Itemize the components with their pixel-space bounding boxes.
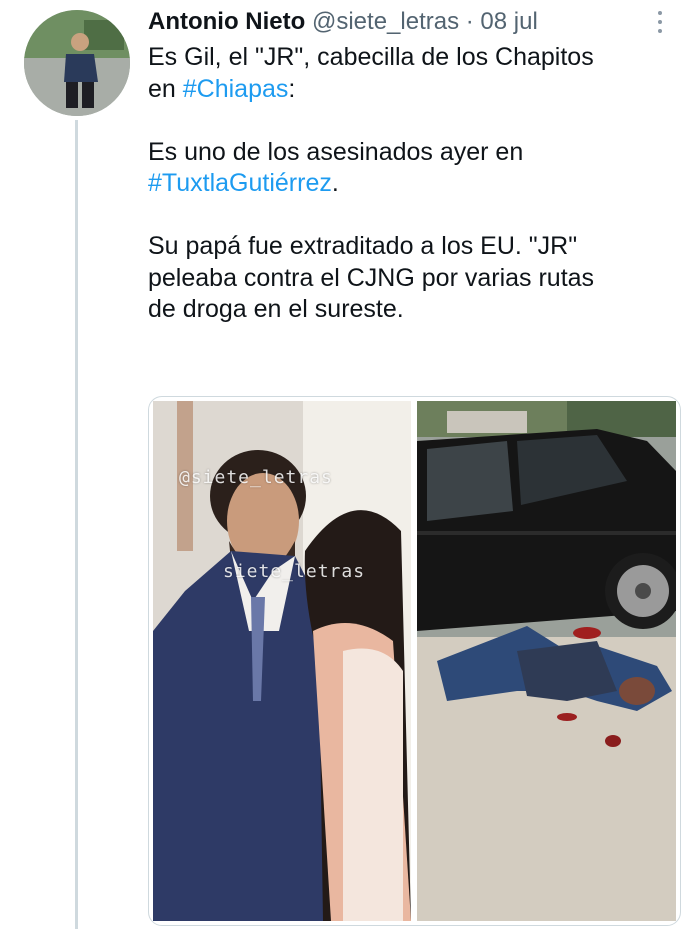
tweet-paragraph: Es Gil, el "JR", cabecilla de los Chapit…: [148, 42, 688, 105]
tweet-text-segment: :: [288, 74, 296, 103]
hashtag-link[interactable]: #Chiapas: [183, 75, 289, 103]
photo-right-image: [417, 401, 676, 921]
avatar-photo: [24, 10, 130, 116]
tweet-line: Su papá fue extraditado a los EU. "JR": [148, 232, 578, 260]
thread-line: [75, 120, 78, 929]
photo-left[interactable]: @siete_letras siete_letras: [153, 401, 411, 921]
photo-right[interactable]: [417, 401, 676, 921]
tweet-line: Es uno de los asesinados ayer en: [148, 137, 524, 166]
tweet-paragraph: Su papá fue extraditado a los EU. "JR" p…: [148, 231, 688, 326]
author-name[interactable]: Antonio Nieto: [148, 8, 305, 35]
tweet-line: peleaba contra el CJNG por varias rutas: [148, 263, 595, 292]
tweet-line: Es Gil, el "JR", cabecilla de los Chapit…: [148, 43, 594, 71]
tweet-media[interactable]: @siete_letras siete_letras: [148, 396, 681, 926]
tweet-text-segment: en: [148, 74, 183, 103]
tweet-line: de droga en el sureste.: [148, 295, 404, 323]
watermark-mid: siete_letras: [223, 561, 366, 582]
tweet-text-segment: .: [331, 169, 339, 197]
header-separator: ·: [465, 8, 474, 35]
tweet-header: Antonio Nieto @siete_letras · 08 jul: [148, 6, 538, 38]
tweet-paragraph: Es uno de los asesinados ayer en #Tuxtla…: [148, 137, 688, 200]
more-options-icon[interactable]: [650, 6, 670, 38]
watermark-top: @siete_letras: [179, 467, 333, 488]
tweet-text: Es Gil, el "JR", cabecilla de los Chapit…: [148, 42, 688, 326]
author-handle[interactable]: @siete_letras: [312, 8, 459, 35]
hashtag-link[interactable]: #TuxtlaGutiérrez: [148, 169, 332, 197]
tweet-date[interactable]: 08 jul: [480, 8, 537, 35]
avatar[interactable]: [24, 10, 130, 116]
